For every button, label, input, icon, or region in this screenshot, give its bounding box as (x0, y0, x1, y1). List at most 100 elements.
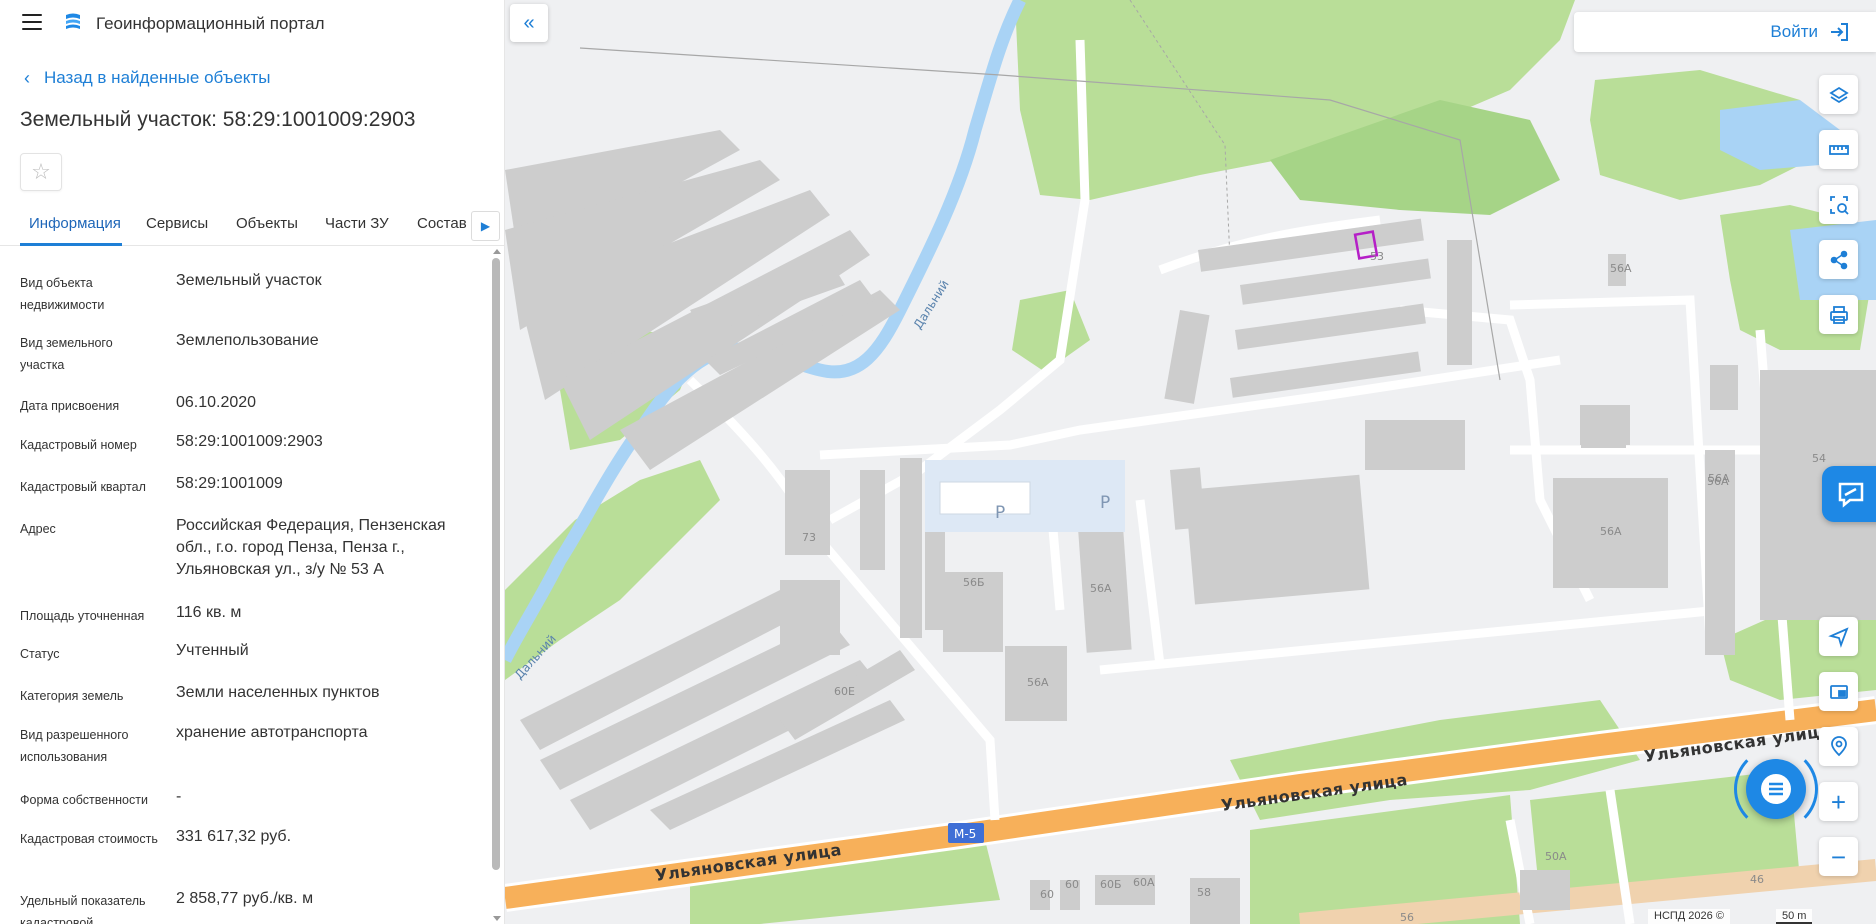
building-label: 56А (1027, 676, 1049, 689)
active-tab-indicator (20, 243, 122, 246)
print-button[interactable] (1819, 295, 1858, 334)
property-value: Землепользование (176, 332, 319, 349)
building-label: 50А (1545, 850, 1567, 863)
property-label: Вид объекта недвижимости (20, 276, 105, 312)
panel-scrollbar[interactable] (492, 258, 500, 870)
tab-info[interactable]: Информация (29, 215, 121, 232)
tab-bar: Информация Сервисы Объекты Части ЗУ Сост… (0, 206, 505, 246)
property-label: Дата присвоения (20, 399, 120, 413)
map-graphics: 53 56А 56А 56А 56А 56А 56Б 73 60Е 54 56А… (505, 0, 1876, 924)
building-label: 56 (1400, 911, 1414, 924)
building-label: 56А (1610, 262, 1632, 275)
building-label: 56А (1090, 582, 1112, 595)
property-label: Кадастровая стоимость (20, 832, 158, 846)
building-label: 60 (1065, 878, 1079, 891)
minimap-icon (1829, 684, 1848, 699)
scroll-down-arrow-icon[interactable] (493, 916, 501, 921)
login-icon (1831, 23, 1848, 41)
building-label: 60Б (1100, 878, 1122, 891)
property-value: 2 858,77 руб./кв. м (176, 890, 314, 907)
building-label: 60Е (834, 685, 855, 698)
share-button[interactable] (1819, 240, 1858, 279)
feedback-chat-icon (1838, 482, 1864, 508)
share-icon (1830, 250, 1847, 269)
collapse-panel-button[interactable]: « (510, 4, 548, 42)
property-label: Форма собственности (20, 793, 148, 807)
map-attribution: НСПД 2026 © (1648, 909, 1730, 924)
property-value: - (176, 788, 182, 805)
login-button[interactable]: Войти (1770, 21, 1850, 43)
star-icon: ☆ (31, 159, 51, 184)
minimap-button[interactable] (1819, 672, 1858, 711)
parking-label: P (995, 503, 1005, 523)
print-icon (1829, 305, 1848, 324)
property-value: Учтенный (176, 642, 249, 659)
building-label: 58 (1197, 886, 1211, 899)
tabs-scroll-right-button[interactable]: ▶ (471, 211, 500, 241)
property-label: Кадастровый номер (20, 438, 137, 452)
back-link-label: Назад в найденные объекты (44, 68, 271, 87)
property-value: 116 кв. м (176, 604, 242, 621)
property-value: Земли населенных пунктов (176, 684, 380, 701)
minus-icon: − (1830, 841, 1847, 872)
ruler-button[interactable] (1819, 130, 1858, 169)
building-label: 60 (1040, 888, 1054, 901)
parking-label: P (1100, 493, 1110, 513)
panel-header: Геоинформационный портал (0, 0, 505, 46)
ruler-icon (1828, 144, 1849, 155)
locate-arrow-icon (1827, 626, 1849, 648)
search-place-button[interactable] (1819, 727, 1858, 766)
tab-composition[interactable]: Состав (417, 215, 467, 232)
hamburger-menu-icon[interactable] (22, 14, 42, 30)
building-label: 46 (1750, 873, 1764, 886)
plus-icon: + (1830, 786, 1847, 817)
chat-menu-icon (1761, 774, 1791, 804)
back-to-results-link[interactable]: ‹ Назад в найденные объекты (24, 68, 270, 88)
object-title: Земельный участок: 58:29:1001009:2903 (20, 108, 416, 131)
property-value: 06.10.2020 (176, 394, 257, 411)
search-place-icon (1830, 735, 1847, 756)
property-label: Статус (20, 647, 60, 661)
property-value: хранение автотранспорта (176, 724, 368, 741)
scroll-up-arrow-icon[interactable] (493, 249, 501, 254)
chat-button[interactable] (1746, 759, 1806, 819)
property-label: Вид земельного участка (20, 336, 113, 372)
building-label: 73 (802, 531, 816, 544)
layers-button[interactable] (1819, 75, 1858, 114)
tab-services[interactable]: Сервисы (146, 215, 208, 232)
tab-parts[interactable]: Части ЗУ (325, 215, 389, 232)
park-small (1012, 290, 1090, 372)
road-shield-label: М-5 (954, 827, 976, 841)
double-chevron-left-icon: « (523, 11, 535, 34)
zoom-out-button[interactable]: − (1819, 837, 1858, 876)
building-label: 56А (1600, 525, 1622, 538)
tab-objects[interactable]: Объекты (236, 215, 298, 232)
property-label: Вид разрешенного использования (20, 728, 129, 764)
address-value: Российская Федерация, Пензенская обл., г… (176, 517, 446, 578)
favorite-button[interactable]: ☆ (20, 153, 62, 191)
building-label: 56Б (963, 576, 985, 589)
property-label: Адрес (20, 522, 56, 536)
map-canvas[interactable]: 53 56А 56А 56А 56А 56А 56Б 73 60Е 54 56А… (505, 0, 1876, 924)
building-label: 60А (1133, 876, 1155, 889)
property-label: Кадастровый квартал (20, 480, 146, 494)
top-right-bar: Войти (1574, 12, 1876, 52)
building-label: 56А (1708, 472, 1730, 485)
area-select-button[interactable] (1819, 185, 1858, 224)
map-scale: 50 m (1776, 909, 1813, 924)
portal-logo-icon (66, 13, 80, 29)
property-value: 58:29:1001009:2903 (176, 433, 323, 450)
triangle-right-icon: ▶ (480, 219, 491, 233)
login-label: Войти (1770, 22, 1818, 41)
layers-icon (1828, 86, 1849, 103)
property-label: Площадь уточненная (20, 609, 145, 623)
property-label: Удельный показатель кадастровой (20, 894, 146, 924)
feedback-tab[interactable] (1822, 466, 1876, 522)
locate-button[interactable] (1819, 617, 1858, 656)
side-panel: Геоинформационный портал ‹ Назад в найде… (0, 0, 505, 924)
chevron-left-icon: ‹ (24, 68, 30, 88)
property-label: Категория земель (20, 689, 124, 703)
parking-lot (939, 481, 1031, 515)
zoom-in-button[interactable]: + (1819, 782, 1858, 821)
building-label: 53 (1370, 250, 1384, 263)
